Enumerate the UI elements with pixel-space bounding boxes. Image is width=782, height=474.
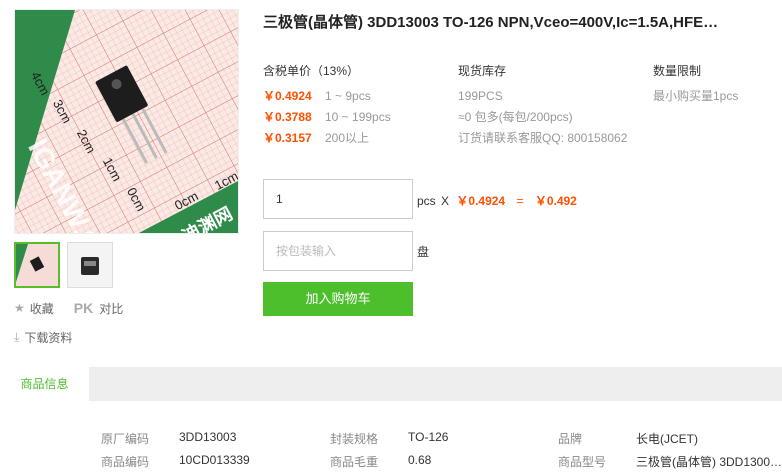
times-sign: X: [441, 194, 450, 208]
tab-product-info[interactable]: 商品信息: [0, 367, 89, 401]
product-actions: ★ 收藏 PK 对比 ⤓ 下载资料: [14, 300, 123, 358]
spec-row: 原厂编码 3DD13003 封装规格 TO-126 品牌 长电(JCET): [0, 430, 782, 453]
spec-value: 10CD013339: [179, 453, 250, 467]
spec-key: 商品毛重: [330, 455, 379, 469]
stock-line: 订货请联系客服QQ: 800158062: [458, 131, 628, 145]
spec-key: 原厂编码: [101, 432, 150, 446]
price-header: 含税单价（13%）: [263, 64, 360, 78]
spec-table: 原厂编码 3DD13003 封装规格 TO-126 品牌 长电(JCET) 商品…: [0, 430, 782, 474]
spec-key: 品牌: [558, 432, 583, 446]
quantity-summary: pcs X ￥0.4924 = ￥0.492: [417, 192, 577, 209]
thumbnail-strip: [14, 242, 113, 288]
spec-value: 长电(JCET): [636, 432, 698, 446]
detail-tabbar: 商品信息: [0, 367, 782, 401]
stock-line: 199PCS: [458, 89, 503, 103]
spec-value: 0.68: [408, 453, 432, 467]
product-main-image[interactable]: 4cm 3cm 2cm 1cm 0cm 0cm 1cm IGANW.COM 迪渊…: [14, 9, 239, 234]
limit-line: 最小购买量1pcs: [653, 89, 739, 103]
spec-value: 3DD13003: [179, 430, 237, 444]
favorite-link[interactable]: 收藏: [30, 300, 54, 317]
stock-header: 现货库存: [458, 64, 507, 78]
unit-price: ￥0.4924: [456, 194, 506, 208]
pack-quantity-input[interactable]: 按包装输入: [263, 231, 413, 271]
compare-link[interactable]: 对比: [99, 300, 123, 317]
download-icon: ⤓: [14, 329, 20, 344]
spec-value: 三极管(晶体管) 3DD1300…: [636, 455, 782, 469]
spec-value: TO-126: [408, 430, 449, 444]
total-price: ￥0.492: [534, 194, 577, 208]
price-tiers: 含税单价（13%） ￥0.4924 1 ~ 9pcs ￥0.3788 10 ~ 19…: [263, 62, 391, 149]
limit-info: 数量限制 最小购买量1pcs: [653, 62, 738, 107]
download-link[interactable]: 下载资料: [24, 329, 72, 346]
stock-line: ≈0 包多(每包/200pcs): [458, 110, 573, 124]
spec-key: 封装规格: [330, 432, 379, 446]
price-tier: ￥0.3157 200以上: [263, 131, 370, 145]
quantity-input[interactable]: 1: [263, 179, 413, 219]
thumbnail-1[interactable]: [14, 242, 60, 288]
stock-info: 现货库存 199PCS ≈0 包多(每包/200pcs) 订货请联系客服QQ: …: [458, 62, 627, 149]
equals-sign: =: [516, 194, 524, 208]
product-title: 三极管(晶体管) 3DD13003 TO-126 NPN,Vceo=400V,I…: [263, 14, 719, 31]
spec-row: 商品编码 10CD013339 商品毛重 0.68 商品型号 三极管(晶体管) …: [0, 453, 782, 474]
unit-label: pcs: [417, 194, 436, 208]
thumbnail-2[interactable]: [67, 242, 113, 288]
add-to-cart-button[interactable]: 加入购物车: [263, 282, 413, 316]
product-photo: 4cm 3cm 2cm 1cm 0cm 0cm 1cm IGANW.COM 迪渊…: [15, 10, 238, 233]
pack-unit-label: 盘: [417, 245, 430, 259]
price-tier: ￥0.4924 1 ~ 9pcs: [263, 89, 371, 103]
pk-icon: PK: [73, 300, 94, 316]
spec-key: 商品编码: [101, 455, 150, 469]
star-icon: ★: [14, 301, 25, 315]
spec-key: 商品型号: [558, 455, 607, 469]
price-tier: ￥0.3788 10 ~ 199pcs: [263, 110, 391, 124]
limit-header: 数量限制: [653, 64, 702, 78]
